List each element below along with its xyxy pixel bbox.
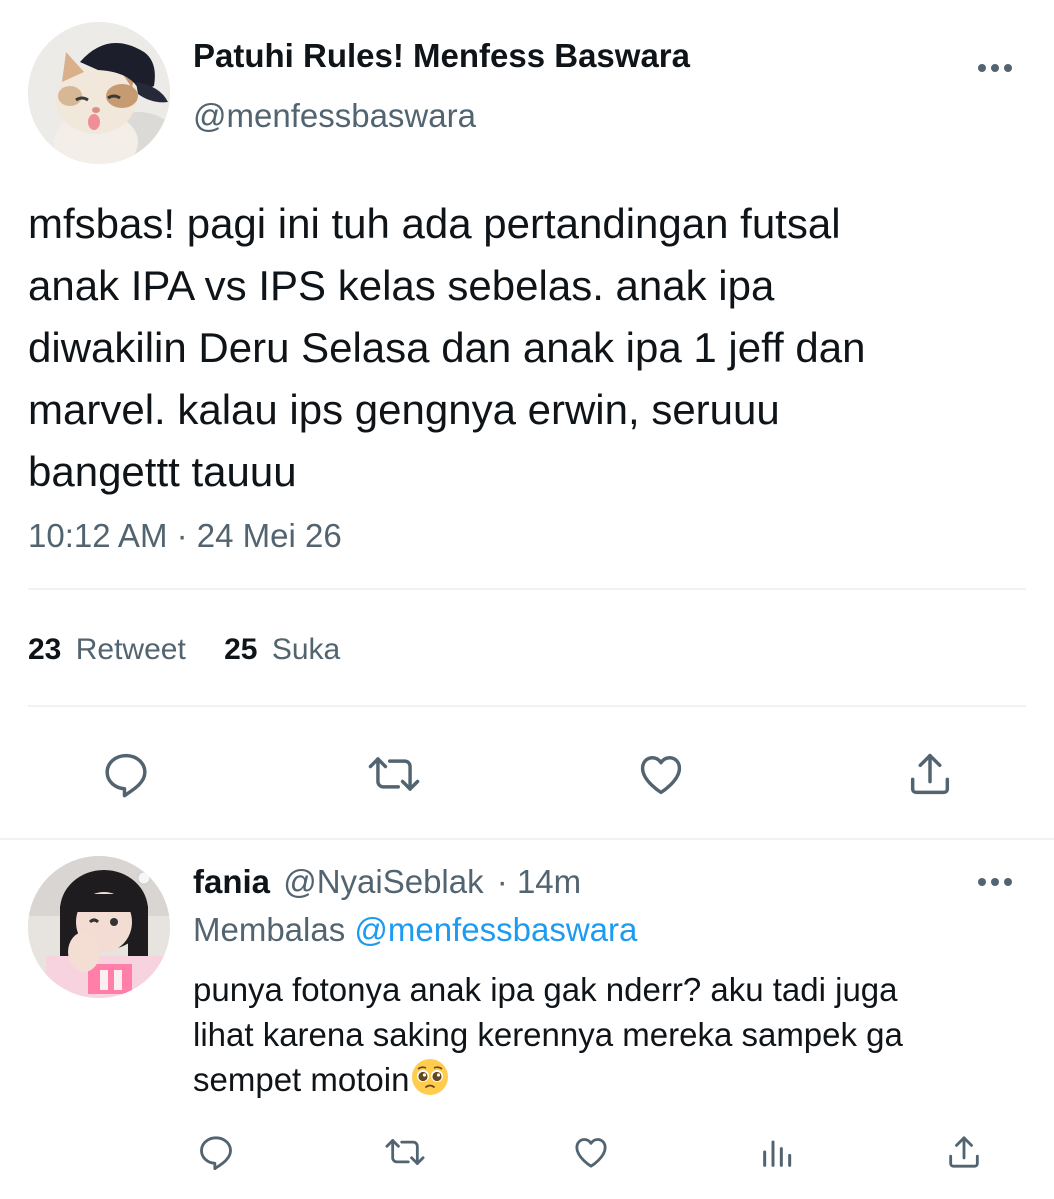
retweet-label: Retweet bbox=[75, 633, 186, 666]
divider bbox=[28, 705, 1026, 707]
replying-to-handle[interactable]: @menfessbaswara bbox=[354, 911, 637, 948]
author-avatar[interactable] bbox=[28, 22, 170, 164]
analytics-icon[interactable] bbox=[758, 1132, 798, 1172]
reply-text-line: sempet motoin bbox=[193, 1057, 1023, 1108]
like-count: 25 bbox=[224, 633, 258, 666]
tweet-text-line: marvel. kalau ips gengnya erwin, seruuu bbox=[28, 386, 780, 433]
reply-text-line: lihat karena saking kerennya mereka samp… bbox=[193, 1016, 903, 1053]
tweet-text-line: diwakilin Deru Selasa dan anak ipa 1 jef… bbox=[28, 324, 866, 371]
tweet-text-line: anak IPA vs IPS kelas sebelas. anak ipa bbox=[28, 262, 775, 309]
tweet-stats: 23 Retweet 25 Suka bbox=[28, 630, 340, 670]
like-stat[interactable]: 25 Suka bbox=[224, 633, 340, 666]
author-handle[interactable]: @menfessbaswara bbox=[193, 96, 476, 136]
more-options-icon[interactable] bbox=[976, 58, 1016, 78]
tweet-timestamp[interactable]: 10:12 AM · 24 Mei 26 bbox=[28, 515, 342, 557]
reply-author-avatar[interactable] bbox=[28, 856, 170, 998]
reply-time[interactable]: · 14m bbox=[497, 863, 581, 900]
pleading-face-emoji bbox=[410, 1057, 450, 1108]
reply-text-fragment: sempet motoin bbox=[193, 1061, 410, 1098]
like-icon[interactable] bbox=[634, 748, 688, 800]
retweet-stat[interactable]: 23 Retweet bbox=[28, 633, 194, 666]
reply-icon[interactable] bbox=[100, 748, 152, 800]
reply-reply-icon[interactable] bbox=[196, 1132, 236, 1172]
reply-author-name[interactable]: fania bbox=[193, 863, 270, 900]
author-name[interactable]: Patuhi Rules! Menfess Baswara bbox=[193, 36, 690, 76]
retweet-icon[interactable] bbox=[364, 748, 424, 800]
reply-text: punya fotonya anak ipa gak nderr? aku ta… bbox=[193, 967, 1023, 1108]
reply-more-options-icon[interactable] bbox=[976, 872, 1016, 892]
replying-to-prefix: Membalas bbox=[193, 911, 346, 948]
section-divider bbox=[0, 838, 1054, 840]
reply-retweet-icon[interactable] bbox=[382, 1132, 428, 1172]
divider bbox=[28, 588, 1026, 590]
replying-to: Membalas @menfessbaswara bbox=[193, 910, 637, 950]
retweet-count: 23 bbox=[28, 633, 62, 666]
reply-like-icon[interactable] bbox=[570, 1132, 612, 1172]
tweet-text-line: mfsbas! pagi ini tuh ada pertandingan fu… bbox=[28, 200, 841, 247]
reply-text-line: punya fotonya anak ipa gak nderr? aku ta… bbox=[193, 971, 898, 1008]
tweet-text: mfsbas! pagi ini tuh ada pertandingan fu… bbox=[28, 193, 1028, 503]
reply-share-icon[interactable] bbox=[944, 1132, 984, 1172]
share-icon[interactable] bbox=[904, 748, 956, 800]
like-label: Suka bbox=[271, 633, 341, 666]
tweet-text-line: bangettt tauuu bbox=[28, 448, 297, 495]
reply-header: fania @NyaiSeblak · 14m bbox=[193, 862, 581, 902]
reply-author-handle[interactable]: @NyaiSeblak bbox=[283, 863, 483, 900]
